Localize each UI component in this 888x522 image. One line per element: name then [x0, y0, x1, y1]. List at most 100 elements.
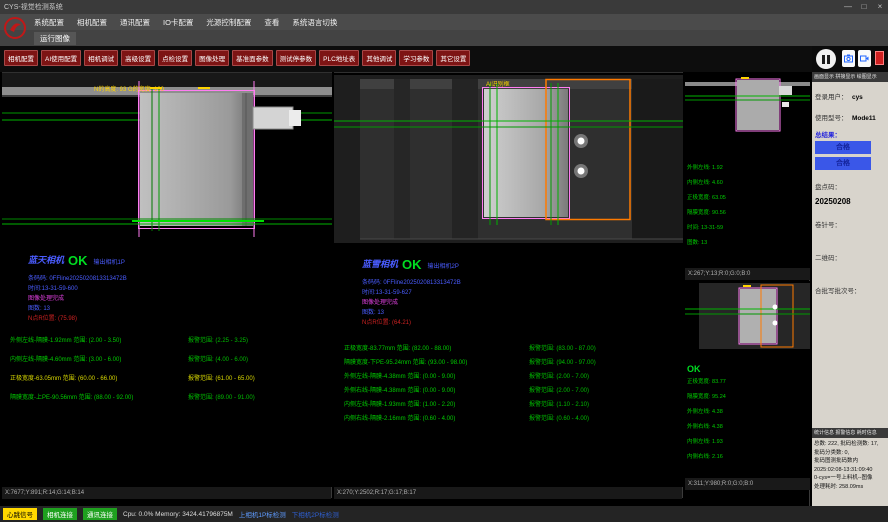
cpu-memory-readout: Cpu: 0.0% Memory: 3424.41796875M [123, 511, 233, 518]
pause-button[interactable] [816, 49, 836, 69]
camera-icon [844, 54, 853, 63]
window-title: CYS-视觉检测系统 [4, 2, 63, 12]
lower-camera-status: 下相机2P标检测 [292, 509, 339, 519]
video-record-button[interactable] [858, 50, 871, 67]
maximize-button[interactable]: □ [856, 0, 872, 14]
menu-io-config[interactable]: IO卡配置 [163, 17, 193, 28]
menu-camera-config[interactable]: 相机配置 [77, 17, 107, 28]
center-measurement-row: 正极宽度-83.77mm 范围: (82.00 - 88.00) 报警范围: (… [344, 343, 596, 352]
total-result-label: 总结果： [815, 129, 885, 139]
center-measurement-row: 内侧右线-隔膜-2.16mm 范围: (0.60 - 4.00) 报警范围: (… [344, 413, 589, 422]
inventory-code-label: 盘点码： [815, 184, 841, 191]
login-user-value: cys [852, 94, 863, 101]
left-measurement-row: 隔膜宽度-上PE-90.56mm 范围: (88.00 - 92.00) 报警范… [10, 392, 255, 401]
side-thumbnail-column: 外侧左线: 1.92 内侧左线: 4.60 正极宽度: 63.05 隔膜宽度: … [685, 72, 810, 506]
window-controls: — □ × [840, 0, 888, 14]
qr-code-label: 二维码： [815, 255, 841, 262]
stats-bar[interactable]: 统计信息 报警信息 耗时信息 [812, 428, 888, 438]
toolbar-test-stop-params-button[interactable]: 测试停参数 [276, 50, 317, 66]
center-measurement-row: 外侧右线-隔膜-4.38mm 范围: (0.00 - 9.00) 报警范围: (… [344, 385, 589, 394]
thumbnail-top-readout: 外侧左线: 1.92 内侧左线: 4.60 正极宽度: 63.05 隔膜宽度: … [685, 160, 810, 268]
merge-batch-label: 合批写批次号： [815, 288, 861, 295]
stats-text: 总数: 222, 批码检测数: 17, 批码分类数: 0, 批码图测批码数内 2… [814, 440, 886, 491]
left-dimension-note: N的高度: 93 G的宽度: 100 [94, 84, 164, 93]
left-measurement-row: 外侧左线-隔膜-1.92mm 范围: (2.00 - 3.50) 报警范围: (… [10, 335, 248, 344]
result-box-2: 合格 [815, 157, 871, 170]
thumbnail-bottom-image [685, 281, 810, 361]
menu-bar: 系统配置 相机配置 通讯配置 IO卡配置 光源控制配置 查看 系统语言切换 [0, 14, 888, 30]
pixel-coords-thumb-bottom: X:311;Y:980;R:0;G:0;B:0 [685, 478, 810, 490]
app-window: CYS-视觉检测系统 — □ × 系统配置 相机配置 通讯配置 IO卡配置 光源… [0, 0, 888, 522]
menu-system-config[interactable]: 系统配置 [34, 17, 64, 28]
model-label: 使用型号： [815, 115, 848, 122]
left-result-title: 蓝天相机 OK 输出相机1P [28, 253, 125, 266]
toolbar-other-debug-button[interactable]: 其他调试 [362, 50, 396, 66]
title-bar: CYS-视觉检测系统 — □ × [0, 0, 888, 14]
left-process-status: 图像处理完成 [28, 293, 64, 302]
left-time: 时间:13-31-59-600 [28, 283, 78, 292]
toolbar-camera-debug-button[interactable]: 相机调试 [84, 50, 118, 66]
toolbar-other-settings-button[interactable]: 其它设置 [436, 50, 470, 66]
login-user-label: 登录用户： [815, 94, 848, 101]
left-frame-count: 图数: 13 [28, 303, 50, 312]
thumbnail-bottom-readout: OK 正极宽度: 83.77 隔膜宽度: 95.24 外侧左线: 4.38 外侧… [685, 361, 810, 478]
left-measurement-row: 内侧左线-隔膜-4.60mm 范围: (3.00 - 6.00) 报警范围: (… [10, 354, 248, 363]
info-panel: 登录用户： cys 使用型号： Mode11 总结果： 合格 合格 盘点码： 2… [812, 82, 888, 317]
center-output-mode: 输出相机2P [428, 261, 459, 270]
close-button[interactable]: × [872, 0, 888, 14]
record-indicator[interactable] [875, 51, 884, 65]
center-result-ok: OK [402, 259, 422, 270]
center-measurement-row: 隔膜宽度-下PE-95.24mm 范围: (93.00 - 98.00) 报警范… [344, 357, 596, 366]
right-panel: 画面显示 拼接显示 绘图显示 登录用户： cys 使用型号： Mode11 总结… [812, 46, 888, 506]
minimize-button[interactable]: — [840, 0, 856, 14]
toolbar-datum-params-button[interactable]: 基准面参数 [232, 50, 273, 66]
camera-capture-button[interactable] [842, 50, 855, 67]
center-barcode: 条码码: 0FFline2025020813313472B [362, 277, 461, 286]
model-value: Mode11 [852, 115, 876, 122]
status-bar: 心跳信号 相机连接 通讯连接 Cpu: 0.0% Memory: 3424.41… [0, 506, 888, 522]
needle-number-label: 卷针号： [815, 222, 841, 229]
center-camera-name: 蓝雪相机 [362, 257, 398, 270]
upper-camera-status: 上相机1P标检测 [239, 509, 286, 519]
tab-running-image[interactable]: 运行图像 [34, 32, 76, 45]
camera-view-left[interactable]: N的高度: 93 G的宽度: 100 蓝天相机 OK 输出相机1P 条码码: 0… [2, 72, 332, 498]
toolbar-image-processing-button[interactable]: 图像处理 [195, 50, 229, 66]
display-options-bar[interactable]: 画面显示 拼接显示 绘图显示 [812, 72, 888, 82]
center-time: 时间:13-31-59-627 [362, 287, 412, 296]
left-result-ok: OK [68, 255, 88, 266]
toolbar-camera-config-button[interactable]: 相机配置 [4, 50, 38, 66]
toolbar-spotcheck-settings-button[interactable]: 点检设置 [158, 50, 192, 66]
left-measurement-row: 正极宽度-63.05mm 范围: (60.00 - 66.00) 报警范围: (… [10, 373, 255, 382]
menu-language-switch[interactable]: 系统语言切换 [292, 17, 337, 28]
camera-view-center[interactable]: AI识别框 蓝雪相机 OK 输出相机2P 条码码: 0FFline2025020… [334, 72, 683, 498]
comm-connection-indicator: 通讯连接 [83, 508, 117, 520]
thumbnail-bottom-result: OK [687, 364, 808, 374]
tab-bar: 运行图像 [0, 30, 888, 46]
left-output-mode: 输出相机1P [94, 257, 125, 266]
center-measurement-row: 外侧左线-隔膜-4.38mm 范围: (0.00 - 9.00) 报警范围: (… [344, 371, 589, 380]
toolbar-learning-params-button[interactable]: 学习参数 [399, 50, 433, 66]
thumbnail-view-bottom[interactable] [685, 281, 810, 361]
center-result-title: 蓝雪相机 OK 输出相机2P [362, 257, 459, 270]
menu-light-config[interactable]: 光源控制配置 [206, 17, 251, 28]
inventory-code-value: 20250208 [815, 197, 885, 206]
thumbnail-view-top[interactable] [685, 72, 810, 160]
toolbar-plc-address-button[interactable]: PLC地址表 [319, 50, 359, 66]
camera-connection-indicator: 相机连接 [43, 508, 77, 520]
menu-view[interactable]: 查看 [264, 17, 279, 28]
toolbar-advanced-settings-button[interactable]: 高级设置 [121, 50, 155, 66]
center-red-note: N点R位置: (64.21) [362, 317, 411, 326]
pixel-coords-left: X:7677;Y:891;R:14;G:14;B:14 [2, 487, 331, 499]
ai-detection-label: AI识别框 [486, 79, 510, 88]
center-measurement-row: 内侧左线-隔膜-1.93mm 范围: (1.00 - 2.20) 报警范围: (… [344, 399, 589, 408]
menu-comm-config[interactable]: 通讯配置 [120, 17, 150, 28]
left-red-note: N点R位置: (75.98) [28, 313, 77, 322]
pixel-coords-center: X:270;Y:2502;R:17;G:17;B:17 [334, 487, 682, 499]
toolbar-ai-config-button[interactable]: AI使用配置 [41, 50, 81, 66]
pause-icon [822, 55, 825, 64]
left-camera-name: 蓝天相机 [28, 253, 64, 266]
run-controls [812, 46, 888, 72]
heartbeat-indicator: 心跳信号 [3, 508, 37, 520]
thumbnail-top-image [685, 72, 810, 160]
app-logo-icon [3, 16, 27, 40]
